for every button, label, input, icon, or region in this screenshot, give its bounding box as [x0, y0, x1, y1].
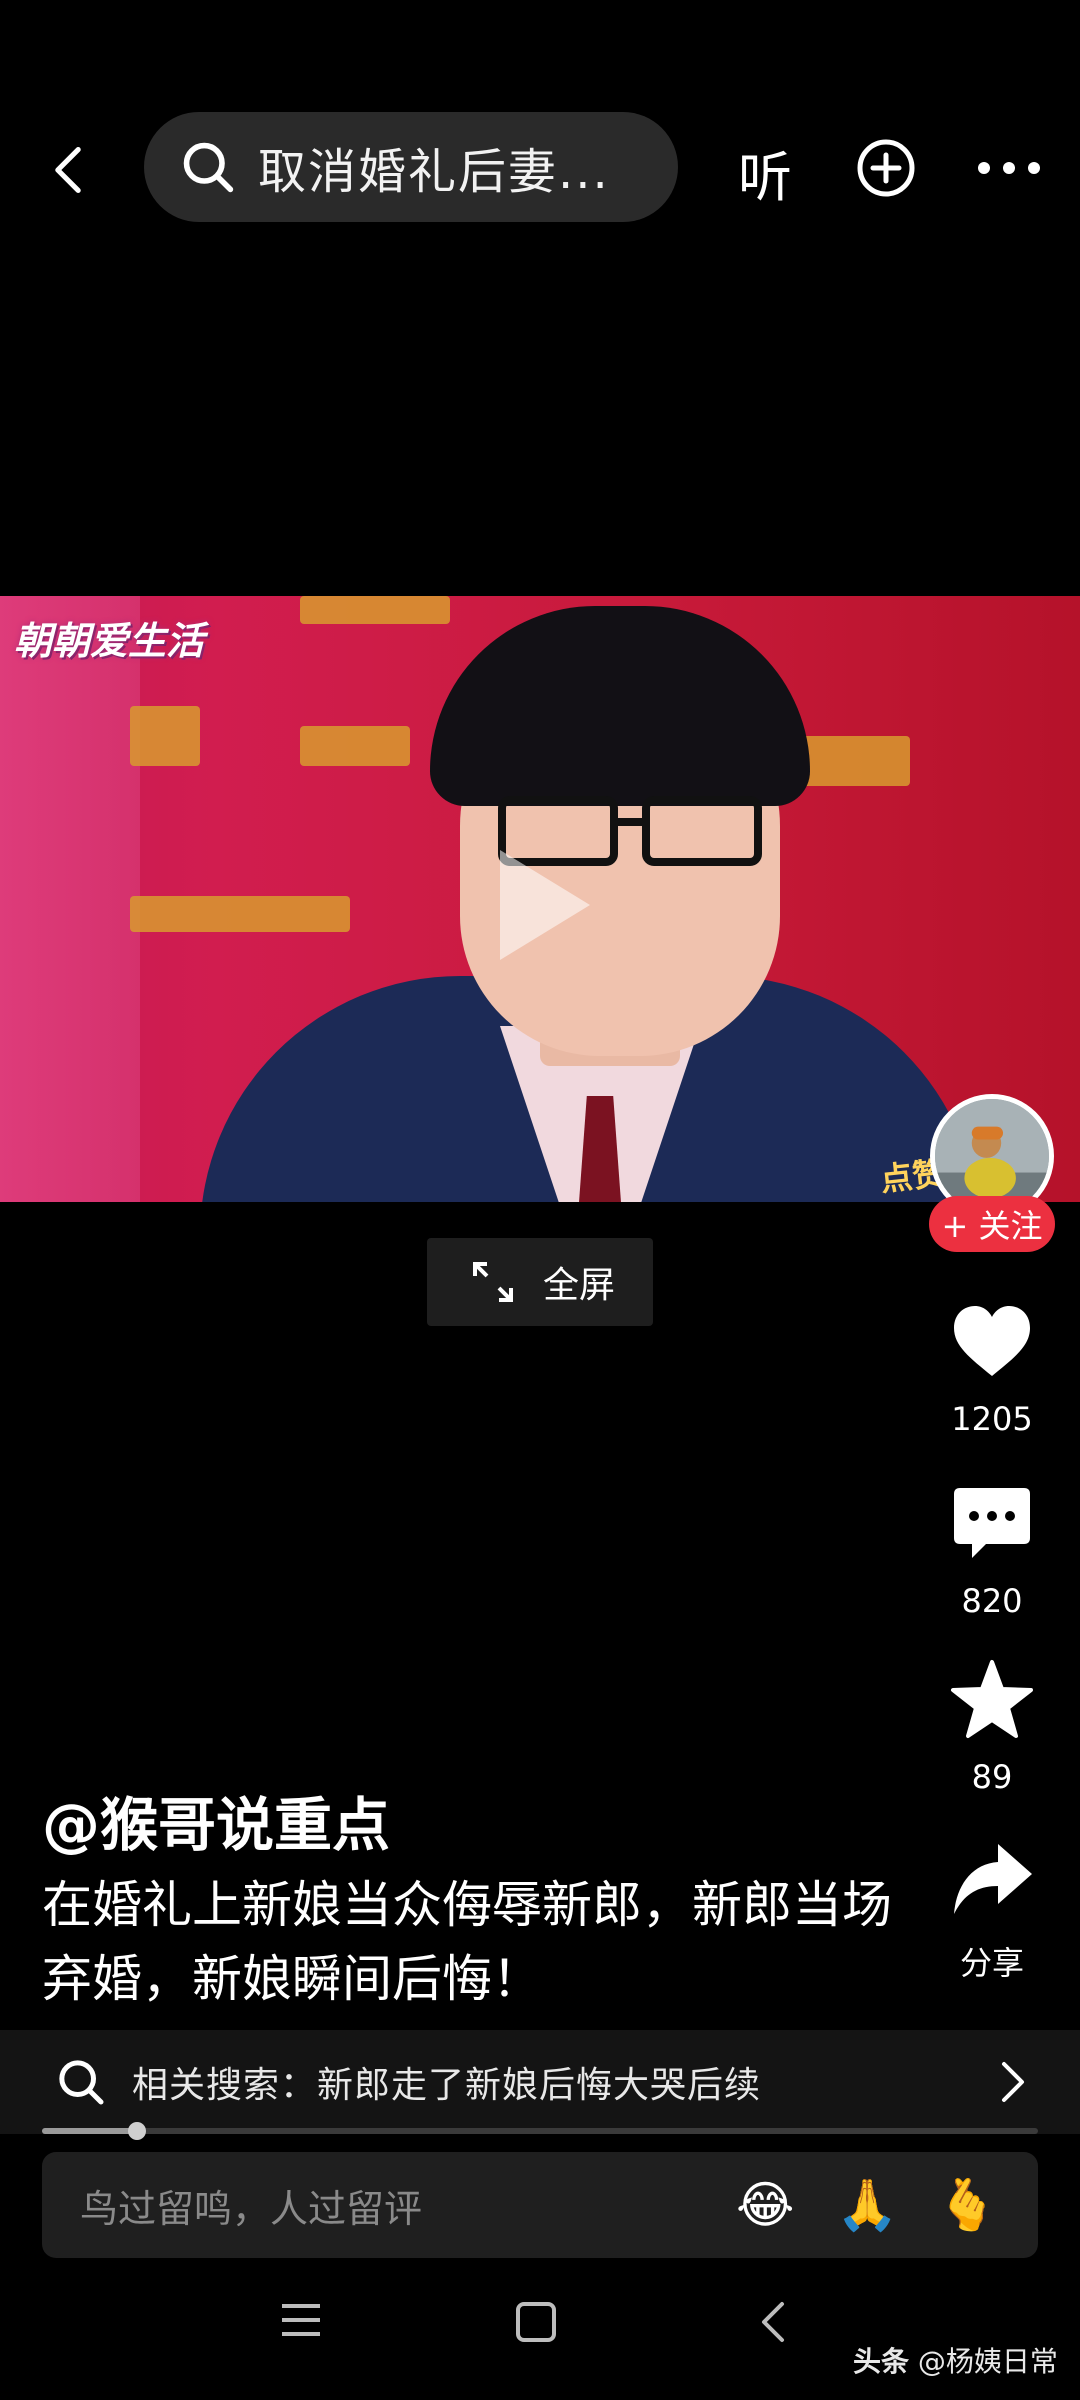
backdrop-panel: [300, 596, 450, 624]
progress-fill: [42, 2128, 137, 2134]
glasses-right-lens: [642, 796, 762, 866]
heart-icon: [954, 1306, 1030, 1376]
search-query: 取消婚礼后妻...: [258, 144, 610, 200]
search-icon: [183, 142, 234, 193]
video-player[interactable]: 朝朝爱生活 点赞 · 收: [0, 596, 1080, 1202]
backdrop-panel: [130, 896, 350, 932]
glasses-bridge: [618, 818, 642, 826]
add-circle-icon[interactable]: [856, 138, 916, 198]
comment-count: 820: [961, 1582, 1023, 1620]
fullscreen-button[interactable]: 全屏: [427, 1238, 653, 1326]
nav-back-icon[interactable]: [758, 2300, 788, 2344]
author-name[interactable]: @猴哥说重点: [42, 1778, 390, 1862]
search-bar[interactable]: 取消婚礼后妻...: [144, 112, 678, 222]
post-description: 在婚礼上新娘当众侮辱新郎，新郎当场弃婚，新娘瞬间后悔！: [42, 1876, 892, 2008]
expand-icon: [473, 1262, 513, 1302]
person-hair: [430, 606, 810, 806]
progress-handle[interactable]: [127, 2122, 146, 2140]
video-watermark: 朝朝爱生活: [14, 619, 205, 663]
star-icon: [951, 1660, 1033, 1738]
backdrop-panel: [300, 726, 410, 766]
favorite-count: 89: [971, 1758, 1013, 1796]
comment-icon: [954, 1488, 1030, 1558]
related-search-bar[interactable]: 相关搜索：新郎走了新娘后悔大哭后续: [0, 2030, 1080, 2134]
follow-button[interactable]: + 关注: [929, 1196, 1055, 1252]
source-brand: 头条: [853, 2345, 910, 2378]
share-button[interactable]: 分享: [920, 1838, 1064, 1984]
related-search-text: 相关搜索：新郎走了新娘后悔大哭后续: [132, 2065, 762, 2106]
back-arrow-icon: [55, 147, 81, 193]
favorite-button[interactable]: 89: [920, 1658, 1064, 1796]
backdrop-panel: [800, 736, 910, 786]
listen-button[interactable]: 听: [738, 133, 792, 212]
fullscreen-label: 全屏: [543, 1265, 616, 1306]
share-label: 分享: [959, 1944, 1024, 1982]
video-progress-bar[interactable]: [42, 2122, 1038, 2140]
source-user: @杨姨日常: [917, 2345, 1058, 2378]
back-button[interactable]: [38, 130, 98, 210]
comment-placeholder: 鸟过留鸣，人过留评: [80, 2186, 423, 2231]
pray-emoji-button[interactable]: 🙏: [836, 2176, 898, 2234]
search-icon: [59, 2060, 104, 2105]
home-square-icon[interactable]: [514, 2300, 558, 2344]
menu-icon[interactable]: [278, 2300, 324, 2340]
backdrop-panel: [130, 706, 200, 766]
more-options-icon[interactable]: [976, 150, 1042, 186]
like-button[interactable]: 1205: [920, 1300, 1064, 1438]
comment-input[interactable]: 鸟过留鸣，人过留评 😂 🙏 🫰: [42, 2152, 1038, 2258]
finger-heart-emoji-button[interactable]: 🫰: [936, 2176, 998, 2234]
laugh-cry-emoji-button[interactable]: 😂: [736, 2176, 794, 2234]
comment-button[interactable]: 820: [920, 1482, 1064, 1620]
source-watermark: 头条 @杨姨日常: [853, 2340, 1058, 2380]
play-icon[interactable]: [500, 850, 590, 960]
share-arrow-icon: [954, 1844, 1032, 1914]
chevron-right-icon: [1002, 2062, 1024, 2102]
like-count: 1205: [951, 1400, 1033, 1438]
video-background-left: [0, 596, 140, 1202]
